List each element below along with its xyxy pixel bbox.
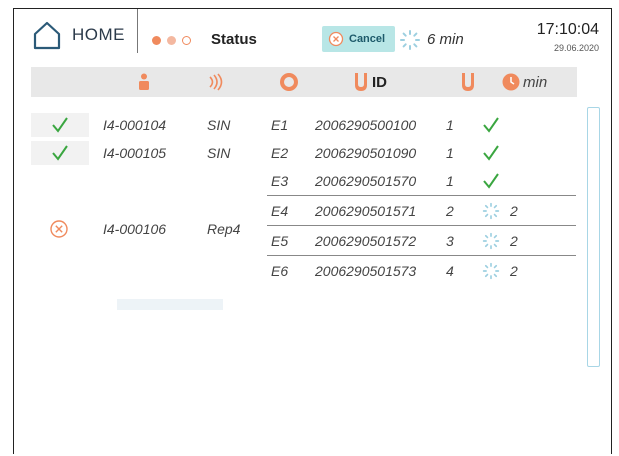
person-icon bbox=[139, 73, 149, 90]
row-divider bbox=[267, 255, 576, 256]
check-icon bbox=[483, 117, 499, 133]
app-window: HOME Status Cancel 6 min 17:10:04 29.06.… bbox=[13, 8, 612, 454]
table-row[interactable]: I4-000105 SIN E2 2006290501090 1 bbox=[14, 139, 584, 167]
check-icon bbox=[52, 145, 68, 161]
sample-id: I4-000104 bbox=[103, 117, 167, 133]
column-time[interactable]: min bbox=[502, 67, 547, 97]
status-dot-2 bbox=[167, 36, 176, 45]
sample-id: I4-000105 bbox=[103, 145, 167, 161]
status-label: Status bbox=[211, 31, 257, 48]
state-cell bbox=[482, 227, 500, 255]
spinner-icon bbox=[482, 232, 500, 250]
state-cell bbox=[482, 167, 500, 195]
state-cell bbox=[482, 257, 500, 285]
position: E2 bbox=[271, 145, 289, 161]
tube-count: 2 bbox=[446, 203, 454, 219]
check-icon bbox=[483, 145, 499, 161]
minutes: 2 bbox=[510, 233, 518, 249]
status-cell bbox=[31, 141, 89, 165]
tube-id: 2006290500100 bbox=[315, 117, 417, 133]
eta-text: 6 min bbox=[427, 31, 464, 48]
position: E4 bbox=[271, 203, 289, 219]
method: SIN bbox=[207, 117, 231, 133]
tube-count: 4 bbox=[446, 263, 454, 279]
clock-date: 29.06.2020 bbox=[553, 43, 599, 53]
table-row[interactable]: E3 2006290501570 1 bbox=[14, 167, 584, 195]
table-row[interactable]: E5 2006290501572 3 2 bbox=[14, 227, 584, 255]
status-dot-3 bbox=[182, 36, 191, 45]
tube-count: 1 bbox=[446, 173, 454, 189]
column-position[interactable] bbox=[279, 67, 299, 97]
column-header: ID min bbox=[31, 67, 577, 97]
cancel-button[interactable]: Cancel bbox=[322, 26, 395, 52]
tube-id: 2006290501573 bbox=[315, 263, 417, 279]
minutes: 2 bbox=[510, 203, 518, 219]
column-count[interactable] bbox=[461, 67, 475, 97]
position: E3 bbox=[271, 173, 289, 189]
check-icon bbox=[483, 173, 499, 189]
state-cell bbox=[482, 139, 500, 167]
tube-count: 1 bbox=[446, 117, 454, 133]
divider bbox=[137, 9, 138, 53]
minutes: 2 bbox=[510, 263, 518, 279]
clock-time: 17:10:04 bbox=[536, 21, 599, 38]
scrollbar[interactable] bbox=[587, 107, 600, 367]
tube-count: 1 bbox=[446, 145, 454, 161]
position: E5 bbox=[271, 233, 289, 249]
home-label: HOME bbox=[72, 25, 125, 44]
spinner-icon bbox=[482, 262, 500, 280]
row-divider bbox=[267, 195, 576, 196]
signal-icon bbox=[209, 73, 223, 91]
position: E1 bbox=[271, 117, 289, 133]
cancel-label: Cancel bbox=[349, 33, 386, 45]
tube-id: 2006290501571 bbox=[315, 203, 417, 219]
spinner-icon bbox=[482, 202, 500, 220]
table-row[interactable]: I4-000104 SIN E1 2006290500100 1 bbox=[14, 111, 584, 139]
cancel-icon bbox=[328, 31, 344, 47]
tube-count: 3 bbox=[446, 233, 454, 249]
spinner-icon bbox=[400, 30, 420, 50]
tube-id: 2006290501572 bbox=[315, 233, 417, 249]
state-cell bbox=[482, 111, 500, 139]
tube-icon bbox=[355, 73, 367, 91]
home-icon bbox=[33, 21, 61, 50]
row-divider bbox=[267, 225, 576, 226]
check-icon bbox=[52, 117, 68, 133]
position: E6 bbox=[271, 263, 289, 279]
tube-id: 2006290501570 bbox=[315, 173, 417, 189]
ring-icon bbox=[280, 73, 298, 91]
top-bar: HOME Status Cancel 6 min 17:10:04 29.06.… bbox=[14, 9, 611, 67]
tube-id: 2006290501090 bbox=[315, 145, 417, 161]
ghost-placeholder bbox=[117, 299, 223, 310]
clock: 17:10:04 29.06.2020 bbox=[537, 21, 599, 53]
table-row[interactable]: E6 2006290501573 4 2 bbox=[14, 257, 584, 285]
column-id-label: ID bbox=[372, 73, 387, 91]
column-patient[interactable] bbox=[138, 67, 150, 97]
clock-icon bbox=[502, 73, 520, 91]
status-dots bbox=[152, 36, 191, 45]
home-button[interactable]: HOME bbox=[32, 20, 125, 50]
state-cell bbox=[482, 197, 500, 225]
status-cell bbox=[31, 113, 89, 137]
column-time-label: min bbox=[523, 73, 548, 91]
table-row[interactable]: E4 2006290501571 2 2 bbox=[14, 197, 584, 225]
method: SIN bbox=[207, 145, 231, 161]
column-id[interactable]: ID bbox=[354, 67, 387, 97]
status-dot-1 bbox=[152, 36, 161, 45]
tube-icon bbox=[462, 73, 474, 91]
column-method[interactable] bbox=[207, 67, 225, 97]
